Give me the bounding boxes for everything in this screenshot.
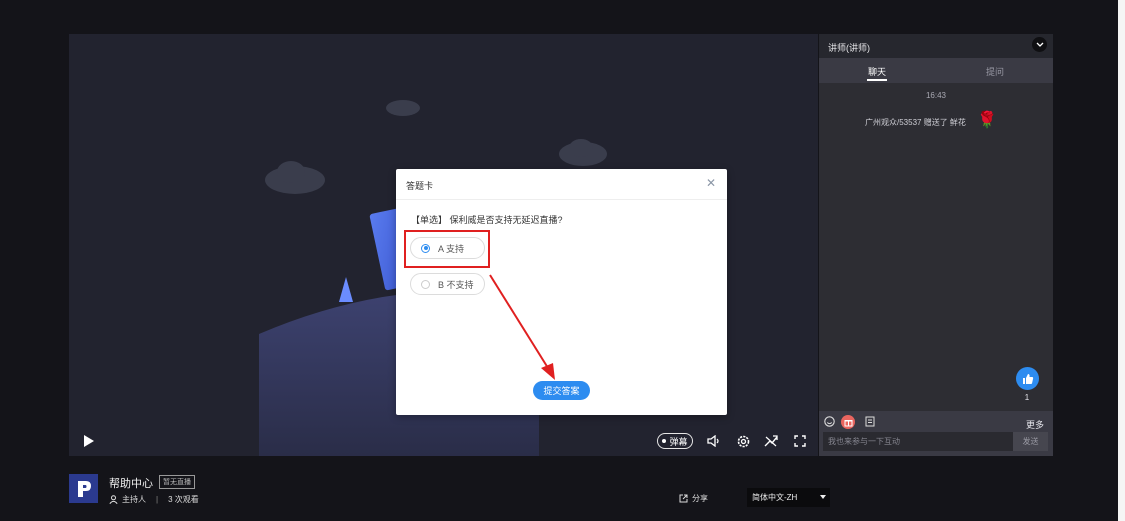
active-tab-indicator (867, 79, 887, 81)
like-button[interactable] (1016, 367, 1039, 390)
volume-icon[interactable] (705, 426, 723, 456)
danmu-label: 弹幕 (669, 436, 688, 447)
room-title: 帮助中心 (109, 478, 153, 490)
like-count: 1 (1024, 393, 1030, 402)
host-info: 主持人 | 3 次观看 (109, 494, 199, 505)
emoji-icon[interactable] (823, 415, 836, 428)
chevron-down-icon[interactable] (1032, 37, 1047, 52)
play-icon[interactable] (79, 426, 97, 456)
gift-message: 广州观众/53537 赠送了 鲜花 (865, 118, 966, 127)
option-b[interactable]: B 不支持 (410, 273, 485, 295)
chat-timestamp: 16:43 (925, 91, 947, 100)
user-icon (109, 495, 118, 504)
chat-sidebar: 讲师(讲师) 聊天 提问 16:43 广州观众/53537 赠送了 鲜花 🌹 1… (819, 34, 1053, 456)
line-switch-icon[interactable] (762, 426, 780, 456)
divider (396, 199, 727, 200)
share-icon (679, 494, 688, 503)
language-value: 简体中文-ZH (752, 493, 798, 502)
danmu-dot-icon (662, 439, 667, 443)
share-button[interactable]: 分享 (679, 493, 708, 504)
fullscreen-icon[interactable] (791, 426, 809, 456)
tab-chat[interactable]: 聊天 (868, 65, 886, 78)
option-b-label: B 不支持 (438, 279, 474, 290)
option-highlight-box (404, 230, 490, 268)
submit-answer-button[interactable]: 提交答案 (533, 381, 590, 400)
sidebar-header: 讲师(讲师) (819, 34, 1053, 58)
live-status-badge: 暂无直播 (159, 475, 195, 489)
share-label: 分享 (692, 494, 708, 503)
thumbs-up-icon (1022, 373, 1033, 384)
more-button[interactable]: 更多 (1026, 418, 1044, 431)
question-text: 【单选】 保利威是否支持无延迟直播? (411, 215, 563, 225)
view-count: 3 次观看 (168, 495, 199, 504)
danmu-toggle[interactable]: 弹幕 (657, 433, 693, 449)
sidebar-tabs: 聊天 提问 (819, 58, 1053, 83)
gift-icon[interactable] (841, 415, 855, 429)
radio-icon (421, 279, 430, 289)
tab-questions[interactable]: 提问 (986, 65, 1004, 78)
page-right-edge (1118, 0, 1125, 521)
chat-input-bar: 更多 发送 (819, 411, 1053, 456)
player-controls: 弹幕 (69, 426, 818, 456)
separator: | (156, 495, 159, 504)
caret-down-icon (820, 495, 826, 499)
notice-icon[interactable] (863, 415, 876, 428)
chat-input[interactable] (823, 432, 1013, 451)
send-button[interactable]: 发送 (1013, 432, 1048, 451)
lecturer-title: 讲师(讲师) (828, 43, 870, 53)
host-label: 主持人 (122, 495, 146, 504)
language-select[interactable]: 简体中文-ZH (747, 488, 830, 507)
settings-icon[interactable] (734, 426, 752, 456)
close-icon[interactable]: ✕ (706, 177, 716, 189)
dialog-title: 答题卡 (406, 181, 434, 191)
channel-logo (69, 474, 98, 503)
answer-card-dialog: 答题卡 ✕ 【单选】 保利威是否支持无延迟直播? A 支持 B 不支持 提交答案 (396, 169, 727, 415)
rose-icon: 🌹 (977, 112, 997, 129)
